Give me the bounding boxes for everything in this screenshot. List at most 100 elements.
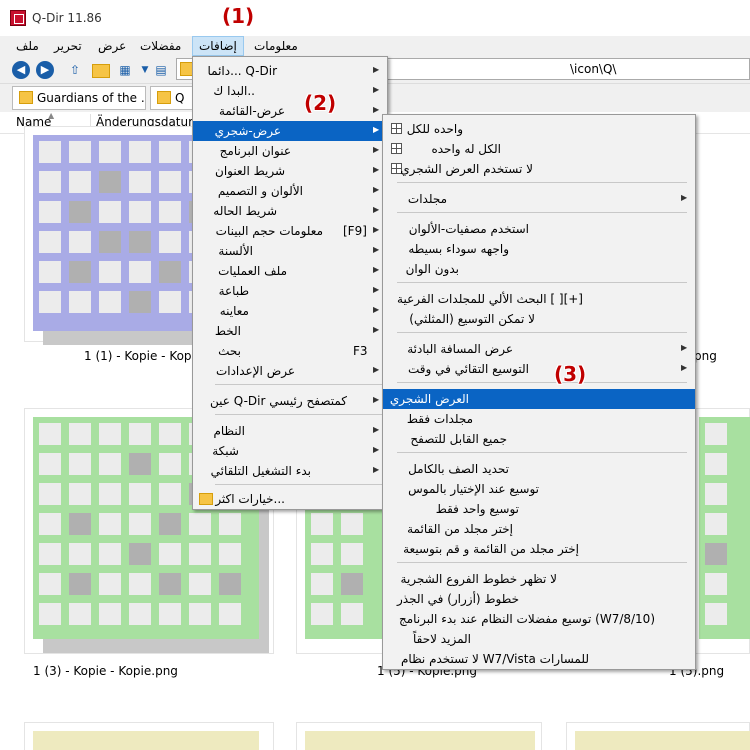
menu-item-color-filters[interactable]: استخدم مصفيات-الألوان	[383, 219, 695, 239]
menu-item-folders-only[interactable]: مجلدات فقط	[383, 409, 695, 429]
menu-item-more-options[interactable]: خيارات اكثر...	[193, 489, 387, 509]
thumbnail-tile	[69, 603, 91, 625]
menu-item-root-lines-buttons[interactable]: خطوط (أزرار) في الجذر	[383, 589, 695, 609]
menu-item-label: لا تمكن التوسيع (المثلثي)	[409, 312, 535, 326]
menu-item-network[interactable]: شبكة ▶	[193, 441, 387, 461]
tab-label: Q	[175, 91, 185, 105]
menu-item-label: توسيع مفضلات النظام عند بدء البرنامج (W7…	[398, 612, 655, 626]
menu-item-always-qdir[interactable]: دائما... Q-Dir ▶	[193, 61, 387, 81]
menu-item-all-have-one[interactable]: الكل له واحده	[383, 139, 695, 159]
menu-item-label: معاينه	[219, 304, 249, 318]
menu-item-expand-on-mouse-select[interactable]: توسيع عند الإختيار بالموس	[383, 479, 695, 499]
menu-item-label: توسيع عند الإختيار بالموس	[408, 482, 539, 496]
menu-item-no-tree-view[interactable]: لا تستخدم العرض الشجري	[383, 159, 695, 179]
forward-icon[interactable]: ▶	[36, 61, 54, 79]
menu-item-folders[interactable]: مجلدات ▶	[383, 189, 695, 209]
new-folder-icon[interactable]	[92, 64, 110, 78]
menu-item-label: لا تظهر خطوط الفروع الشجرية	[400, 572, 557, 586]
menu-item-search[interactable]: F3 بحث	[193, 341, 387, 361]
menu-item-simple-black[interactable]: واجهه سوداء بسيطه	[383, 239, 695, 259]
menu-item-all-browsable[interactable]: جميع القابل للتصفح	[383, 429, 695, 449]
thumbnail-tile	[129, 543, 151, 565]
menu-item-more-later[interactable]: المزيد لاحقاً	[383, 629, 695, 649]
thumbnail-tile	[705, 453, 727, 475]
thumbnail-tile	[129, 291, 151, 313]
file-item[interactable]	[24, 722, 274, 750]
menu-item-font[interactable]: الخط ▶	[193, 321, 387, 341]
thumbnail-tile	[129, 483, 151, 505]
menu-item-list-view[interactable]: عرض-القائمة ▶	[193, 101, 387, 121]
menu-file[interactable]: ملف	[10, 36, 45, 56]
menu-item-select-and-expand-folder[interactable]: إختر مجلد من القائمة و قم بتوسيعة	[383, 539, 695, 559]
file-item[interactable]	[566, 722, 750, 750]
menu-item-colors-design[interactable]: الألوان و التصميم ▶	[193, 181, 387, 201]
menu-item-expand-system-favorites[interactable]: توسيع مفضلات النظام عند بدء البرنامج (W7…	[383, 609, 695, 629]
up-folder-icon[interactable]: ⇧	[66, 61, 84, 79]
menu-item-full-row-select[interactable]: تحديد الصف بالكامل	[383, 459, 695, 479]
menu-item-label: مجلدات فقط	[406, 412, 473, 426]
menu-item-program-title[interactable]: عنوان البرنامج ▶	[193, 141, 387, 161]
menu-info[interactable]: معلومات	[248, 36, 304, 56]
thumbnail-tile	[39, 483, 61, 505]
thumbnail-tile	[39, 603, 61, 625]
back-icon[interactable]: ◀	[12, 61, 30, 79]
menu-item-hide-tree-lines[interactable]: لا تظهر خطوط الفروع الشجرية	[383, 569, 695, 589]
thumbnail-tile	[159, 141, 181, 163]
menu-item-one-for-all[interactable]: واحده للكل	[383, 119, 695, 139]
menu-item-no-w7-vista-paths[interactable]: لا تستخدم نظام W7/Vista للمسارات	[383, 649, 695, 669]
menu-view[interactable]: عرض	[92, 36, 132, 56]
menu-item-no-colors[interactable]: بدون الوان	[383, 259, 695, 279]
thumbnail-tile	[99, 603, 121, 625]
menu-item-data-size-info[interactable]: [F9] معلومات حجم البينات ▶	[193, 221, 387, 241]
menu-item-preview[interactable]: معاينه ▶	[193, 301, 387, 321]
thumbnail-tile	[129, 513, 151, 535]
menu-item-auto-expand-time[interactable]: التوسيع التقائي في وقت ▶	[383, 359, 695, 379]
menu-item-system[interactable]: النظام ▶	[193, 421, 387, 441]
menu-item-label: تحديد الصف بالكامل	[408, 462, 509, 476]
submenu-arrow-icon: ▶	[681, 343, 688, 352]
menu-item-indent-width[interactable]: عرض المسافة البادئة ▶	[383, 339, 695, 359]
menu-item-tree-view[interactable]: عرض-شجري ▶	[193, 121, 387, 141]
window-title: Q-Dir 11.86	[32, 11, 102, 25]
menu-item-disable-triangle-expand[interactable]: لا تمكن التوسيع (المثلثي)	[383, 309, 695, 329]
menu-item-shortcut: F3	[353, 344, 368, 358]
file-item[interactable]	[296, 722, 542, 750]
menu-item-address-bar[interactable]: شريط العنوان ▶	[193, 161, 387, 181]
menu-edit[interactable]: تحرير	[48, 36, 88, 56]
menu-item-label: شريط الحاله	[213, 204, 277, 218]
thumbnail-tile	[69, 141, 91, 163]
menu-extras[interactable]: إضافات	[192, 36, 244, 56]
menu-item-label: عرض-شجري	[214, 124, 281, 138]
file-item[interactable]	[694, 408, 750, 654]
layout-icon[interactable]: ▤	[152, 61, 170, 79]
menu-item-file-operations[interactable]: ملف العمليات ▶	[193, 261, 387, 281]
thumbnail-tile	[39, 171, 61, 193]
tab-guardians[interactable]: Guardians of the ...	[12, 86, 146, 110]
submenu-arrow-icon: ▶	[373, 325, 380, 334]
menu-item-select-folder-from-list[interactable]: إختر مجلد من القائمة	[383, 519, 695, 539]
menu-item-autostart[interactable]: بدء التشغيل التلقائي ▶	[193, 461, 387, 481]
menu-item-auto-subfolder-search[interactable]: البحث الألي للمجلدات الفرعية [ ][+]	[383, 289, 695, 309]
thumbnail-tile	[69, 201, 91, 223]
tab-q[interactable]: Q	[150, 86, 198, 110]
menu-item-single-expand[interactable]: توسيع واحد فقط	[383, 499, 695, 519]
menu-separator	[397, 212, 687, 213]
tree-icon	[391, 123, 402, 134]
menu-item-status-bar[interactable]: شريط الحاله ▶	[193, 201, 387, 221]
menu-item-label: بدون الوان	[405, 262, 459, 276]
thumbnail-tile	[159, 261, 181, 283]
menu-item-tree-display[interactable]: العرض الشجري	[383, 389, 695, 409]
menu-item-tabs[interactable]: الألسنة ▶	[193, 241, 387, 261]
submenu-arrow-icon: ▶	[373, 445, 380, 454]
thumbnail-tile	[39, 231, 61, 253]
menu-item-print[interactable]: طباعة ▶	[193, 281, 387, 301]
thumbnail-image	[575, 731, 750, 750]
menu-item-default-browser[interactable]: عين Q-Dir كمتصفح رئيسي ▶	[193, 391, 387, 411]
menu-item-start-as[interactable]: البدا ك.. ▶	[193, 81, 387, 101]
thumbnail-tile	[99, 261, 121, 283]
menu-item-view-settings[interactable]: عرض الإعدادات ▶	[193, 361, 387, 381]
menu-favorites[interactable]: مفضلات	[134, 36, 187, 56]
view-grid-icon[interactable]: ▦	[116, 61, 134, 79]
thumbnail-tile	[705, 543, 727, 565]
menu-item-label: واحده للكل	[406, 122, 463, 136]
